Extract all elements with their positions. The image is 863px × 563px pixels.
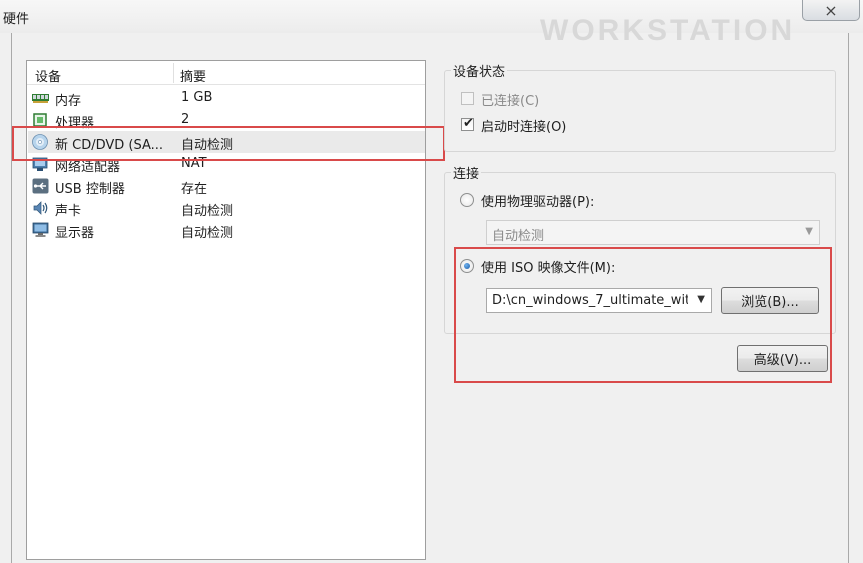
display-icon (32, 222, 49, 238)
device-name: USB 控制器 (55, 182, 125, 197)
dropdown-arrow-icon: ▼ (805, 226, 813, 237)
device-summary: NAT (181, 156, 207, 171)
window-title: 硬件 (3, 12, 30, 27)
device-name: 声卡 (55, 204, 82, 219)
device-summary: 1 GB (181, 90, 213, 105)
device-summary: 存在 (181, 182, 208, 197)
dropdown-arrow-icon: ▼ (697, 294, 705, 305)
device-status-group (444, 70, 836, 152)
device-row-sound-card[interactable]: 声卡 自动检测 (28, 197, 425, 219)
iso-path-combobox[interactable]: D:\cn_windows_7_ultimate_wit ▼ (486, 288, 712, 313)
connection-title: 连接 (451, 163, 482, 182)
physical-drive-label: 使用物理驱动器(P): (481, 195, 595, 210)
device-row-processor[interactable]: 处理器 2 (28, 109, 425, 131)
device-name: 显示器 (55, 226, 95, 241)
physical-drive-select-value: 自动检测 (492, 229, 545, 244)
iso-image-label: 使用 ISO 映像文件(M): (481, 261, 616, 276)
network-adapter-icon (32, 156, 49, 172)
advanced-button[interactable]: 高级(V)... (737, 345, 828, 372)
connected-checkbox[interactable] (461, 92, 474, 105)
device-row-memory[interactable]: 内存 1 GB (28, 87, 425, 109)
sound-card-icon (32, 200, 49, 216)
browse-button[interactable]: 浏览(B)... (721, 287, 819, 314)
device-name: 内存 (55, 94, 82, 109)
device-row-usb-controller[interactable]: USB 控制器 存在 (28, 175, 425, 197)
radio-selected-dot (464, 263, 470, 269)
processor-icon (32, 112, 49, 128)
device-name: 网络适配器 (55, 160, 121, 175)
device-status-title: 设备状态 (451, 61, 508, 80)
advanced-button-label: 高级(V)... (753, 353, 812, 368)
column-header-device[interactable]: 设备 (35, 66, 61, 85)
iso-path-value: D:\cn_windows_7_ultimate_wit (492, 293, 688, 308)
device-summary: 2 (181, 112, 190, 127)
device-name: 处理器 (55, 116, 95, 131)
device-row-network-adapter[interactable]: 网络适配器 NAT (28, 153, 425, 175)
device-name: 新 CD/DVD (SA... (55, 138, 164, 153)
device-row-display[interactable]: 显示器 自动检测 (28, 219, 425, 241)
connected-label: 已连接(C) (481, 94, 540, 109)
close-icon: ⨯ (824, 0, 838, 20)
title-bar: 硬件 WORKSTATION ⨯ (0, 0, 863, 47)
device-list[interactable]: 设备 摘要 内存 1 GB 处理器 2 新 CD/DVD (SA... 自动检测… (26, 60, 426, 560)
physical-drive-radio[interactable] (460, 193, 474, 207)
browse-button-label: 浏览(B)... (741, 295, 799, 310)
device-summary: 自动检测 (181, 138, 234, 153)
physical-drive-select[interactable]: 自动检测 ▼ (486, 220, 820, 245)
device-row-cd-dvd[interactable]: 新 CD/DVD (SA... 自动检测 (28, 131, 425, 153)
device-summary: 自动检测 (181, 226, 234, 241)
close-button[interactable]: ⨯ (802, 0, 860, 21)
device-summary: 自动检测 (181, 204, 234, 219)
connect-at-power-on-label: 启动时连接(O) (481, 120, 567, 135)
column-separator[interactable] (173, 63, 174, 83)
checkmark-icon: ✔ (463, 116, 474, 131)
column-header-summary[interactable]: 摘要 (180, 66, 206, 85)
memory-icon (32, 90, 49, 106)
iso-image-radio[interactable] (460, 259, 474, 273)
connect-at-power-on-checkbox[interactable]: ✔ (461, 116, 474, 131)
cd-dvd-icon (32, 134, 49, 150)
device-list-header: 设备 摘要 (27, 61, 425, 85)
usb-icon (32, 178, 49, 194)
